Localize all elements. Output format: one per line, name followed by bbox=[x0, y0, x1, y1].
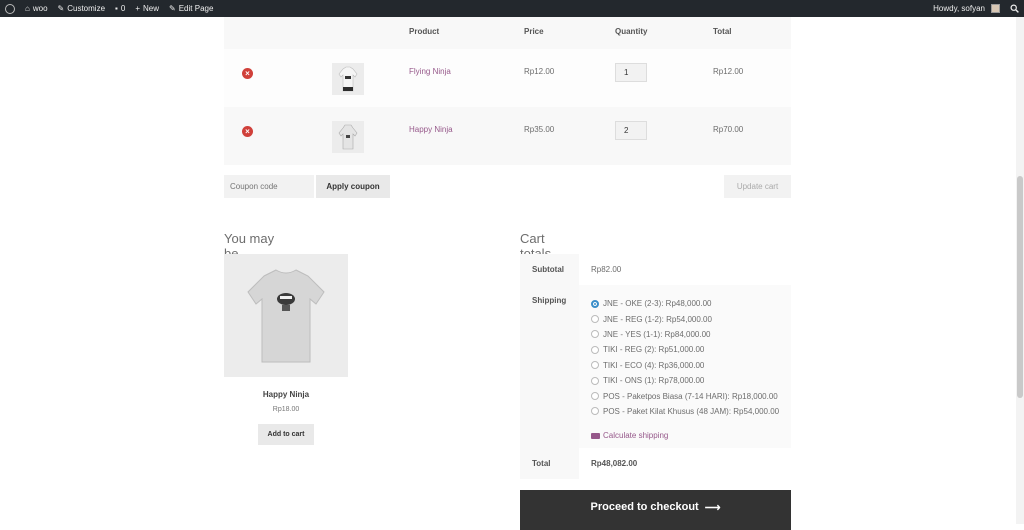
shipping-row: Shipping JNE - OKE (2-3): Rp48,000.00 JN… bbox=[520, 285, 791, 448]
cart-table: Product Price Quantity Total × Flying Ni… bbox=[224, 17, 791, 165]
header-quantity: Quantity bbox=[615, 27, 648, 36]
wordpress-icon bbox=[5, 3, 15, 14]
brush-icon: ✎ bbox=[57, 4, 65, 13]
admin-bar: ⌂ woo ✎ Customize ▪ 0 + New ✎ Edit Page … bbox=[0, 0, 1024, 17]
site-name-link[interactable]: ⌂ woo bbox=[20, 0, 53, 17]
product-thumbnail[interactable] bbox=[332, 121, 364, 153]
plus-icon: + bbox=[135, 4, 140, 13]
product-image[interactable] bbox=[224, 254, 348, 377]
remove-item-icon[interactable]: × bbox=[242, 126, 253, 137]
product-thumbnail[interactable] bbox=[332, 63, 364, 95]
shipping-option[interactable]: POS - Paket Kilat Khusus (48 JAM): Rp54,… bbox=[591, 404, 791, 419]
edit-page-label: Edit Page bbox=[178, 4, 214, 13]
quantity-input[interactable] bbox=[615, 63, 647, 82]
page-content: Product Price Quantity Total × Flying Ni… bbox=[0, 17, 1016, 530]
avatar bbox=[991, 4, 1000, 13]
total-label: Total bbox=[520, 448, 579, 479]
edit-page-link[interactable]: ✎ Edit Page bbox=[164, 0, 218, 17]
cart-row: × Happy Ninja Rp35.00 Rp70.00 bbox=[224, 107, 791, 165]
comments-count: 0 bbox=[120, 4, 126, 13]
radio[interactable] bbox=[591, 361, 599, 370]
header-product: Product bbox=[409, 27, 440, 36]
cart-totals-table: Subtotal Rp82.00 Shipping JNE - OKE (2-3… bbox=[520, 254, 791, 479]
header-total: Total bbox=[713, 27, 732, 36]
shipping-option[interactable]: JNE - OKE (2-3): Rp48,000.00 bbox=[591, 296, 791, 311]
howdy-label: Howdy, sofyan bbox=[933, 4, 985, 13]
hoodie-image bbox=[338, 66, 358, 92]
checkout-label: Proceed to checkout bbox=[590, 501, 699, 513]
radio[interactable] bbox=[591, 376, 599, 385]
remove-item-icon[interactable]: × bbox=[242, 68, 253, 79]
truck-icon bbox=[591, 432, 600, 439]
shipping-option[interactable]: TIKI - ECO (4): Rp36,000.00 bbox=[591, 358, 791, 373]
subtotal-label: Subtotal bbox=[520, 254, 579, 285]
radio[interactable] bbox=[591, 345, 599, 354]
radio-selected[interactable] bbox=[591, 299, 599, 308]
account-menu[interactable]: Howdy, sofyan bbox=[928, 0, 1005, 17]
pencil-icon: ✎ bbox=[169, 4, 176, 13]
add-to-cart-button[interactable]: Add to cart bbox=[258, 424, 314, 445]
page-scrollbar[interactable] bbox=[1016, 17, 1024, 524]
shipping-option[interactable]: TIKI - REG (2): Rp51,000.00 bbox=[591, 342, 791, 357]
new-label: New bbox=[143, 4, 160, 13]
customize-link[interactable]: ✎ Customize bbox=[53, 0, 111, 17]
order-total-value: Rp48,082.00 bbox=[591, 459, 638, 468]
shipping-option[interactable]: JNE - REG (1-2): Rp54,000.00 bbox=[591, 311, 791, 326]
shipping-option[interactable]: JNE - YES (1-1): Rp84,000.00 bbox=[591, 327, 791, 342]
calculate-shipping-link[interactable]: Calculate shipping bbox=[591, 431, 791, 440]
scrollbar-thumb[interactable] bbox=[1017, 176, 1023, 398]
product-card-name[interactable]: Happy Ninja bbox=[224, 390, 348, 399]
radio[interactable] bbox=[591, 407, 599, 416]
home-icon: ⌂ bbox=[25, 4, 30, 13]
update-cart-button[interactable]: Update cart bbox=[724, 175, 791, 198]
subtotal-value: Rp82.00 bbox=[591, 265, 622, 274]
product-name-link[interactable]: Happy Ninja bbox=[409, 125, 453, 134]
comment-icon: ▪ bbox=[115, 4, 118, 13]
tshirt-image bbox=[247, 269, 325, 363]
cart-row: × Flying Ninja Rp12.00 Rp12.00 bbox=[224, 49, 791, 107]
product-price: Rp12.00 bbox=[524, 67, 555, 76]
product-card-price: Rp18.00 bbox=[272, 406, 300, 413]
wordpress-logo-button[interactable] bbox=[0, 0, 20, 17]
apply-coupon-button[interactable]: Apply coupon bbox=[316, 175, 390, 198]
cart-table-header: Product Price Quantity Total bbox=[224, 17, 791, 49]
product-price: Rp35.00 bbox=[524, 125, 555, 134]
customize-label: Customize bbox=[67, 4, 106, 13]
quantity-input[interactable] bbox=[615, 121, 647, 140]
search-button[interactable] bbox=[1005, 0, 1024, 17]
hoodie-image bbox=[338, 124, 358, 150]
proceed-to-checkout-button[interactable]: Proceed to checkout ⟶ bbox=[520, 490, 791, 530]
product-card[interactable] bbox=[224, 254, 348, 377]
radio[interactable] bbox=[591, 392, 599, 401]
shipping-label: Shipping bbox=[520, 285, 579, 448]
site-name-label: woo bbox=[32, 4, 48, 13]
radio[interactable] bbox=[591, 330, 599, 339]
search-icon bbox=[1010, 4, 1019, 13]
subtotal-row: Subtotal Rp82.00 bbox=[520, 254, 791, 285]
radio[interactable] bbox=[591, 315, 599, 324]
shipping-option[interactable]: TIKI - ONS (1): Rp78,000.00 bbox=[591, 373, 791, 388]
shipping-option[interactable]: POS - Paketpos Biasa (7-14 HARI): Rp18,0… bbox=[591, 388, 791, 403]
arrow-right-icon: ⟶ bbox=[704, 502, 721, 514]
product-name-link[interactable]: Flying Ninja bbox=[409, 67, 451, 76]
total-row: Total Rp48,082.00 bbox=[520, 448, 791, 479]
shipping-methods: JNE - OKE (2-3): Rp48,000.00 JNE - REG (… bbox=[579, 285, 791, 448]
product-subtotal: Rp70.00 bbox=[713, 125, 744, 134]
comments-link[interactable]: ▪ 0 bbox=[110, 0, 130, 17]
header-price: Price bbox=[524, 27, 544, 36]
product-subtotal: Rp12.00 bbox=[713, 67, 744, 76]
new-link[interactable]: + New bbox=[130, 0, 164, 17]
coupon-code-input[interactable] bbox=[224, 175, 314, 198]
